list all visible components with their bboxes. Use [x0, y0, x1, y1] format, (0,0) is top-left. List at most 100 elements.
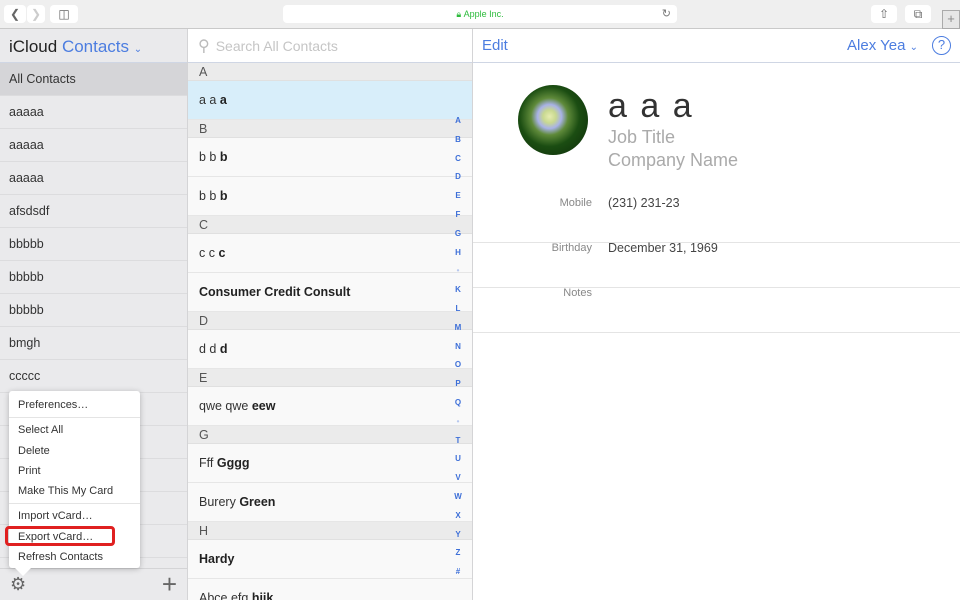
sidebar-icon: ◫ — [58, 7, 70, 21]
sidebar-toggle-button[interactable]: ◫ — [50, 5, 78, 23]
index-letter[interactable]: P — [451, 375, 465, 394]
menu-item[interactable]: Print — [9, 461, 140, 481]
contact-row[interactable]: d d d — [188, 330, 472, 369]
sidebar-group-item[interactable]: bbbbb — [0, 261, 187, 294]
alphabet-index[interactable]: A B C D E F G H • K L M N O P Q • T U V W X Y Z # — [451, 112, 465, 582]
contact-row[interactable]: b b b — [188, 177, 472, 216]
index-letter[interactable]: W — [451, 488, 465, 507]
contact-row[interactable]: Abce efg hijk — [188, 579, 472, 600]
tabs-button[interactable]: ⧉ — [905, 5, 931, 23]
sidebar-group-item[interactable]: All Contacts — [0, 63, 187, 96]
field-value[interactable]: December 31, 1969 — [608, 241, 718, 255]
chevron-down-icon: ⌄ — [909, 42, 918, 53]
export-vcard-highlight — [5, 526, 115, 546]
search-placeholder: Search All Contacts — [215, 37, 338, 54]
reload-icon[interactable]: ↻ — [662, 7, 671, 20]
section-header: D — [188, 312, 472, 330]
index-letter[interactable]: H — [451, 244, 465, 263]
contact-first-name: b b — [199, 189, 217, 203]
index-letter[interactable]: • — [451, 413, 465, 432]
index-letter[interactable]: G — [451, 225, 465, 244]
chevron-down-icon[interactable]: ⌄ — [134, 44, 142, 55]
contact-first-name: Abce efg — [199, 591, 249, 600]
menu-item[interactable]: Delete — [9, 441, 140, 461]
contact-last-name: hijk — [251, 591, 274, 600]
gear-icon[interactable]: ⚙ — [10, 574, 26, 595]
menu-item[interactable]: Import vCard… — [9, 506, 140, 526]
contact-row[interactable]: a a a — [188, 81, 472, 120]
contact-row[interactable]: c c c — [188, 234, 472, 273]
index-letter[interactable]: # — [451, 563, 465, 582]
index-letter[interactable]: U — [451, 450, 465, 469]
sidebar-group-item[interactable]: ccccc — [0, 360, 187, 393]
contact-last-name: c — [218, 246, 226, 260]
add-contact-button[interactable]: + — [162, 569, 177, 600]
help-button[interactable]: ? — [932, 36, 951, 55]
new-tab-button[interactable]: + — [942, 10, 960, 29]
sidebar-group-item[interactable]: aaaaa — [0, 162, 187, 195]
sidebar-group-item[interactable]: aaaaa — [0, 129, 187, 162]
index-letter[interactable]: O — [451, 356, 465, 375]
contact-row[interactable]: Fff Gggg — [188, 444, 472, 483]
index-letter[interactable]: K — [451, 281, 465, 300]
index-letter[interactable]: M — [451, 319, 465, 338]
index-letter[interactable]: E — [451, 187, 465, 206]
contact-row[interactable]: Consumer Credit Consult — [188, 273, 472, 312]
edit-button[interactable]: Edit — [482, 37, 508, 54]
contact-last-name: Consumer Credit Consult — [199, 285, 351, 299]
contact-name: a a a — [608, 87, 694, 125]
section-header: B — [188, 120, 472, 138]
index-letter[interactable]: Y — [451, 526, 465, 545]
contact-row[interactable]: Burery Green — [188, 483, 472, 522]
sidebar-group-item[interactable]: bbbbb — [0, 228, 187, 261]
field-label: Birthday — [551, 242, 592, 254]
contact-first-name: d d — [199, 342, 217, 356]
forward-button[interactable]: ❯ — [27, 5, 45, 23]
sidebar-group-item[interactable]: aaaaa — [0, 96, 187, 129]
browser-toolbar: ❮ ❯ ◫ 🔒︎ Apple Inc. ↻ ⇧ ⧉ + — [0, 0, 960, 29]
index-letter[interactable]: • — [451, 262, 465, 281]
index-letter[interactable]: B — [451, 131, 465, 150]
field-value[interactable]: (231) 231-23 — [608, 196, 680, 210]
address-bar[interactable]: 🔒︎ Apple Inc. ↻ — [283, 5, 677, 23]
index-letter[interactable]: D — [451, 168, 465, 187]
contact-last-name: b — [219, 150, 228, 164]
contact-last-name: Green — [239, 495, 276, 509]
search-input[interactable]: ⚲ Search All Contacts — [188, 29, 472, 63]
back-button[interactable]: ❮ — [4, 5, 26, 23]
brand-label: iCloud — [9, 37, 58, 56]
contact-row[interactable]: b b b — [188, 138, 472, 177]
index-letter[interactable]: L — [451, 300, 465, 319]
section-header: E — [188, 369, 472, 387]
menu-item[interactable]: Refresh Contacts — [9, 547, 140, 567]
menu-item[interactable]: Preferences… — [9, 395, 140, 415]
menu-item[interactable]: Make This My Card — [9, 481, 140, 501]
index-letter[interactable]: A — [451, 112, 465, 131]
contact-row[interactable]: qwe qwe eew — [188, 387, 472, 426]
index-letter[interactable]: X — [451, 507, 465, 526]
contact-row[interactable]: Hardy — [188, 540, 472, 579]
app-switcher[interactable]: Contacts — [62, 37, 129, 56]
share-button[interactable]: ⇧ — [871, 5, 897, 23]
account-menu[interactable]: Alex Yea ⌄ — [847, 37, 918, 54]
index-letter[interactable]: V — [451, 469, 465, 488]
sidebar-group-item[interactable]: bmgh — [0, 327, 187, 360]
contact-list: ⚲ Search All Contacts Aa a aBb b bb b bCc… — [188, 29, 473, 600]
index-letter[interactable]: Q — [451, 394, 465, 413]
sidebar-group-item[interactable]: afsdsdf — [0, 195, 187, 228]
user-name: Alex Yea — [847, 37, 906, 54]
index-letter[interactable]: F — [451, 206, 465, 225]
contact-last-name: b — [219, 189, 228, 203]
index-letter[interactable]: C — [451, 150, 465, 169]
chevron-left-icon: ❮ — [9, 7, 21, 21]
contact-first-name: Burery — [199, 495, 236, 509]
menu-item[interactable]: Select All — [9, 420, 140, 440]
contact-last-name: a — [219, 93, 227, 107]
field-label: Mobile — [559, 197, 592, 209]
sidebar-group-item[interactable]: bbbbb — [0, 294, 187, 327]
share-icon: ⇧ — [878, 7, 890, 21]
index-letter[interactable]: N — [451, 338, 465, 357]
index-letter[interactable]: Z — [451, 544, 465, 563]
index-letter[interactable]: T — [451, 432, 465, 451]
contact-first-name: c c — [199, 246, 215, 260]
